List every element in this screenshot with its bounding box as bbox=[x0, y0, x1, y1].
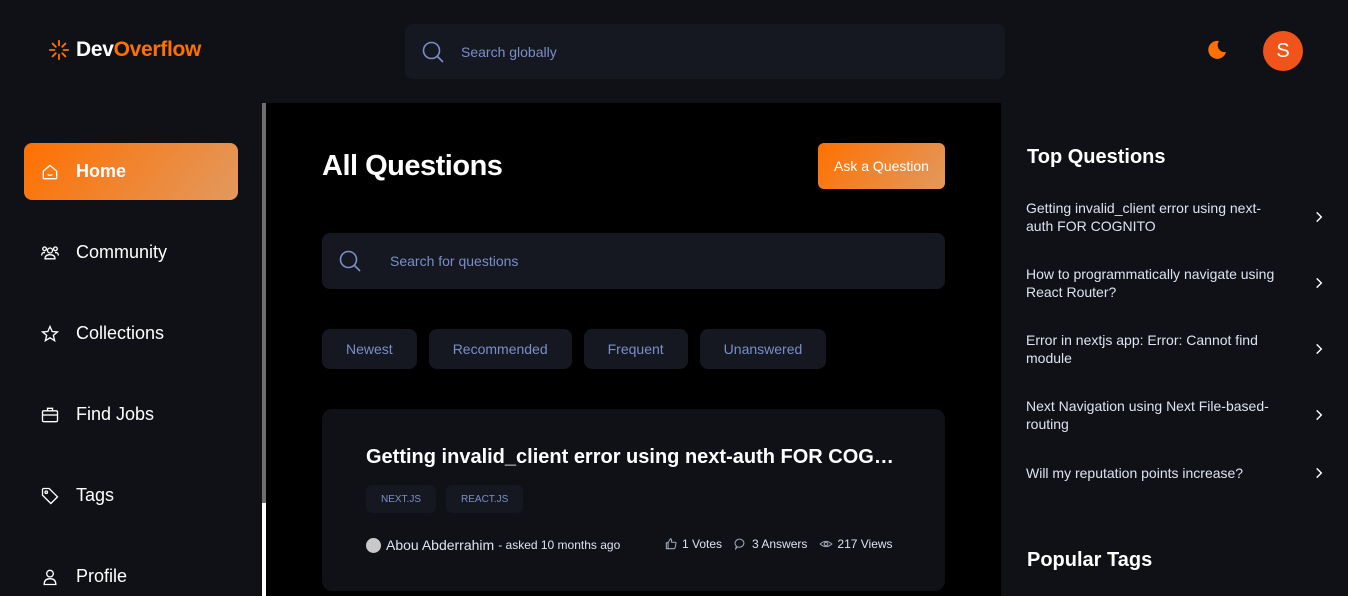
votes-count: 1 Votes bbox=[682, 537, 723, 551]
views-stat: 217 Views bbox=[819, 537, 893, 551]
left-sidebar: Home Community Collections Find Jobs Tag… bbox=[0, 103, 262, 596]
thumbs-up-icon bbox=[665, 538, 677, 550]
chevron-right-icon bbox=[1316, 409, 1323, 421]
top-question-item[interactable]: Next Navigation using Next File-based-ro… bbox=[1026, 397, 1326, 433]
sidebar-item-collections[interactable]: Collections bbox=[24, 305, 238, 362]
votes-stat: 1 Votes bbox=[664, 537, 722, 551]
message-icon bbox=[734, 538, 745, 551]
sidebar-item-community[interactable]: Community bbox=[24, 224, 238, 281]
right-sidebar: Top Questions Getting invalid_client err… bbox=[1001, 103, 1348, 596]
top-question-text: Error in nextjs app: Error: Cannot find … bbox=[1026, 332, 1258, 366]
home-icon bbox=[42, 163, 58, 179]
top-question-text: How to programmatically navigate using R… bbox=[1026, 266, 1275, 300]
top-question-item[interactable]: Will my reputation points increase? bbox=[1026, 464, 1326, 482]
sidebar-item-label: Home bbox=[76, 161, 127, 181]
logo-icon bbox=[48, 39, 70, 61]
sidebar-item-label: Collections bbox=[76, 323, 165, 343]
logo[interactable]: DevOverflow bbox=[48, 38, 201, 62]
top-question-text: Next Navigation using Next File-based-ro… bbox=[1026, 398, 1269, 432]
sidebar-item-label: Find Jobs bbox=[76, 404, 155, 424]
author-name[interactable]: Abou Abderrahim bbox=[386, 537, 494, 553]
filter-recommended[interactable]: Recommended bbox=[428, 329, 572, 369]
question-tags: NEXT.JS REACT.JS bbox=[366, 485, 524, 513]
logo-text: DevOverflow bbox=[76, 38, 202, 61]
author-avatar[interactable] bbox=[366, 537, 381, 553]
user-icon bbox=[43, 569, 57, 585]
question-search-input[interactable] bbox=[390, 253, 890, 269]
search-icon bbox=[422, 41, 444, 63]
filter-bar: Newest Recommended Frequent Unanswered bbox=[322, 329, 827, 369]
answers-stat: 3 Answers bbox=[734, 537, 807, 551]
asked-time: - asked 10 months ago bbox=[498, 538, 621, 552]
ask-question-button[interactable]: Ask a Question bbox=[818, 143, 945, 189]
page-title: All Questions bbox=[322, 150, 503, 182]
sidebar-item-tags[interactable]: Tags bbox=[24, 467, 238, 524]
chevron-right-icon bbox=[1316, 211, 1323, 223]
star-icon bbox=[40, 324, 60, 342]
filter-frequent[interactable]: Frequent bbox=[583, 329, 688, 369]
sidebar-item-profile[interactable]: Profile bbox=[24, 548, 238, 596]
popular-tags-heading: Popular Tags bbox=[1027, 549, 1153, 571]
sidebar-item-home[interactable]: Home bbox=[24, 143, 238, 200]
users-icon bbox=[41, 245, 59, 259]
top-question-item[interactable]: Error in nextjs app: Error: Cannot find … bbox=[1026, 331, 1326, 367]
top-navbar: DevOverflow S bbox=[0, 0, 1348, 103]
filter-unanswered[interactable]: Unanswered bbox=[699, 329, 827, 369]
chevron-right-icon bbox=[1316, 277, 1323, 289]
global-search-bar[interactable] bbox=[405, 24, 1005, 79]
chevron-right-icon bbox=[1316, 343, 1323, 355]
briefcase-icon bbox=[41, 407, 59, 422]
tag-badge[interactable]: NEXT.JS bbox=[366, 485, 437, 513]
question-card: Getting invalid_client error using next-… bbox=[322, 409, 945, 591]
global-search-input[interactable] bbox=[461, 43, 961, 60]
top-question-item[interactable]: How to programmatically navigate using R… bbox=[1026, 265, 1326, 301]
tag-icon bbox=[41, 487, 59, 504]
sidebar-item-label: Community bbox=[76, 242, 168, 262]
sidebar-item-label: Tags bbox=[76, 485, 115, 505]
question-stats: 1 Votes 3 Answers 217 Views bbox=[664, 537, 893, 551]
sidebar-item-find-jobs[interactable]: Find Jobs bbox=[24, 386, 238, 443]
search-icon bbox=[339, 250, 361, 272]
top-question-text: Will my reputation points increase? bbox=[1026, 465, 1244, 481]
filter-newest[interactable]: Newest bbox=[322, 329, 417, 369]
sidebar-item-label: Profile bbox=[76, 566, 128, 586]
tag-badge[interactable]: REACT.JS bbox=[446, 485, 524, 513]
views-count: 217 Views bbox=[837, 537, 893, 551]
question-author: Abou Abderrahim - asked 10 months ago bbox=[366, 537, 620, 553]
main-content: All Questions Ask a Question Newest Reco… bbox=[266, 103, 1001, 596]
top-question-text: Getting invalid_client error using next-… bbox=[1026, 200, 1262, 234]
avatar[interactable]: S bbox=[1263, 31, 1303, 71]
top-question-item[interactable]: Getting invalid_client error using next-… bbox=[1026, 199, 1326, 235]
moon-icon[interactable] bbox=[1205, 38, 1229, 62]
chevron-right-icon bbox=[1316, 467, 1323, 479]
question-title[interactable]: Getting invalid_client error using next-… bbox=[366, 446, 906, 469]
eye-icon bbox=[819, 540, 834, 548]
answers-count: 3 Answers bbox=[752, 537, 808, 551]
question-search-bar[interactable] bbox=[322, 233, 945, 289]
top-questions-heading: Top Questions bbox=[1027, 146, 1166, 168]
